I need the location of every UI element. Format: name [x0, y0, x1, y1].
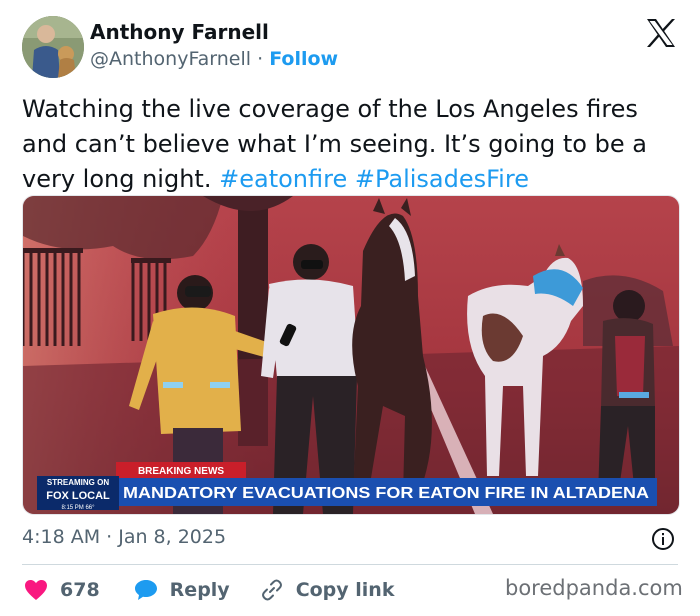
news-headline: MANDATORY EVACUATIONS FOR EATON FIRE IN … — [123, 485, 649, 502]
link-icon — [261, 579, 282, 601]
watermark: boredpanda.com — [505, 576, 683, 600]
clock-temp: 8:15 PM 66° — [61, 505, 95, 511]
reply-button[interactable]: Reply — [134, 579, 260, 601]
copy-link-button[interactable]: Copy link — [260, 578, 395, 602]
like-button[interactable]: 678 — [24, 579, 134, 601]
tweet-timestamp[interactable]: 4:18 AM · Jan 8, 2025 — [22, 526, 226, 548]
author-handle-line: @AnthonyFarnell · Follow — [90, 48, 338, 70]
copy-link-label: Copy link — [295, 579, 395, 601]
streaming-label: STREAMING ON — [47, 478, 109, 487]
info-icon[interactable] — [651, 527, 675, 551]
breaking-news-label: BREAKING NEWS — [138, 466, 224, 477]
divider — [22, 564, 678, 565]
heart-icon — [25, 580, 47, 600]
news-video-still[interactable]: BREAKING NEWS STREAMING ON FOX LOCAL 8:1… — [22, 195, 680, 515]
tweet-text: Watching the live coverage of the Los An… — [22, 92, 690, 197]
hashtag-palisadesfire[interactable]: #PalisadesFire — [355, 165, 529, 193]
reply-label: Reply — [169, 579, 230, 601]
author-name[interactable]: Anthony Farnell — [90, 20, 269, 44]
x-logo-icon[interactable] — [645, 18, 677, 48]
reply-bubble-icon — [134, 580, 157, 600]
like-count: 678 — [60, 579, 100, 601]
hashtag-eatonfire[interactable]: #eatonfire — [219, 165, 347, 193]
separator: · — [257, 48, 264, 70]
author-handle[interactable]: @AnthonyFarnell — [90, 48, 251, 70]
avatar[interactable] — [22, 16, 84, 78]
channel-logo: FOX LOCAL — [46, 490, 110, 502]
follow-button[interactable]: Follow — [269, 48, 338, 70]
action-bar: 678 Reply Copy link — [24, 574, 394, 606]
